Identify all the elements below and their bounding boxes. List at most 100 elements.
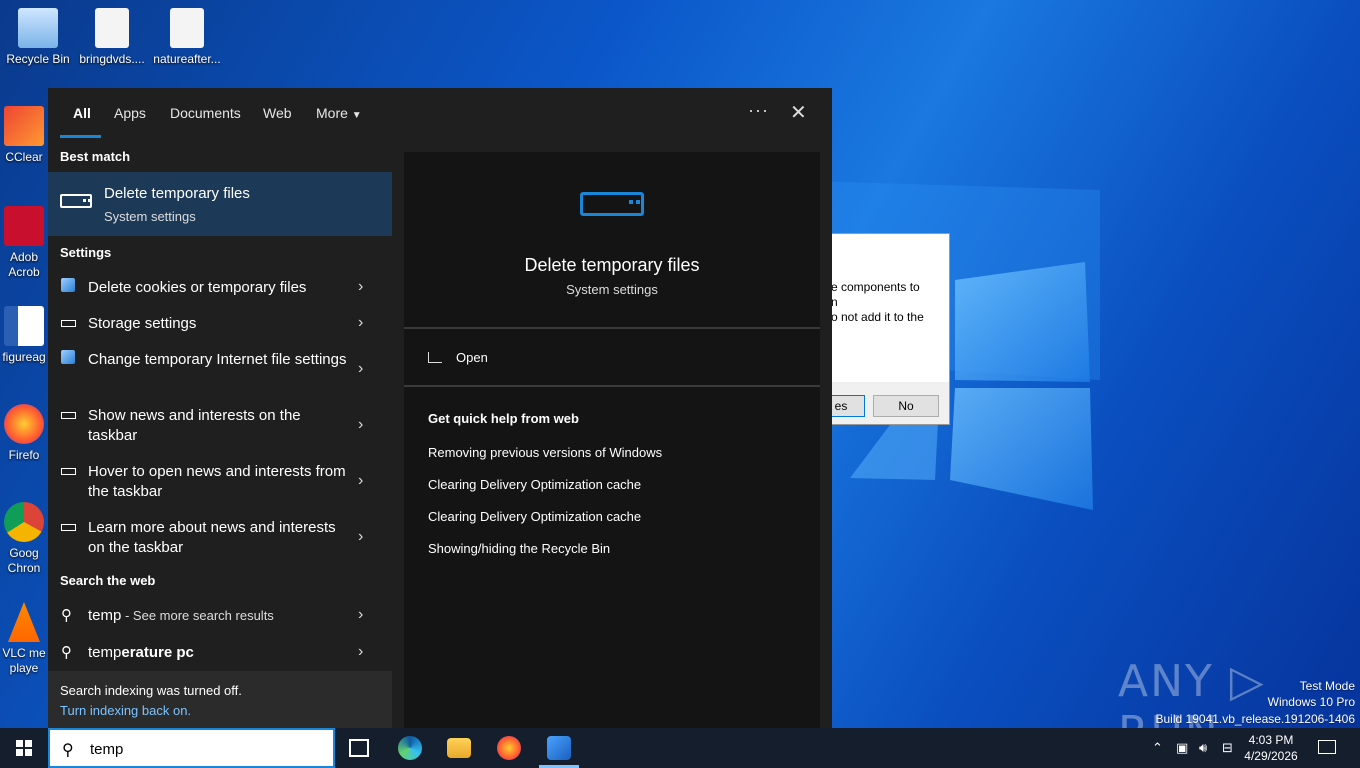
close-icon[interactable]: ✕	[790, 100, 807, 125]
storage-icon	[61, 320, 76, 327]
desktop-icon-label: natureafter...	[153, 52, 221, 66]
desktop-icon-label: Adob Acrob	[8, 250, 40, 279]
chevron-right-icon[interactable]: ›	[358, 278, 363, 296]
dialog-text: e components to n o not add it to the	[831, 280, 951, 325]
settings-item-label: Change temporary Internet file settings	[88, 351, 347, 368]
firefox-icon	[4, 404, 44, 444]
internet-options-icon	[61, 350, 75, 364]
preview-title: Delete temporary files	[524, 255, 700, 275]
chevron-down-icon: ▼	[351, 110, 362, 121]
desktop-icon-label: Goog Chron	[7, 546, 41, 575]
open-icon	[428, 352, 442, 363]
settings-item-label: Hover to open news and interests from th…	[88, 463, 346, 500]
dialog-no-button[interactable]: No	[873, 395, 939, 417]
settings-item-label: Show news and interests on the taskbar	[88, 407, 301, 444]
file-explorer-icon[interactable]	[447, 738, 471, 758]
settings-item-label: Learn more about news and interests on t…	[88, 519, 336, 556]
desktop-icon-label: CClear	[5, 150, 43, 164]
internet-options-icon	[61, 278, 75, 292]
web-result-temperature-pc[interactable]: ⚲ temperature pc ›	[48, 643, 392, 665]
turn-indexing-on-link[interactable]: Turn indexing back on.	[60, 703, 191, 718]
chevron-right-icon[interactable]: ›	[358, 360, 363, 378]
chevron-up-icon[interactable]: ⌃	[1152, 740, 1163, 756]
chevron-right-icon[interactable]: ›	[358, 416, 363, 434]
edge-icon[interactable]	[398, 736, 422, 760]
tab-apps[interactable]: Apps	[114, 105, 146, 121]
desktop-icon-figureag[interactable]: figureag	[0, 306, 48, 365]
open-label: Open	[456, 350, 488, 365]
task-view-icon[interactable]	[349, 739, 369, 757]
firefox-icon[interactable]	[497, 736, 521, 760]
vlc-icon	[8, 602, 40, 642]
settings-item-temp-internet-files[interactable]: Change temporary Internet file settings …	[48, 350, 392, 392]
dialog-text-line: o not add it to the	[831, 310, 924, 324]
results-list: Best match Delete temporary files System…	[48, 140, 392, 728]
quick-help-link[interactable]: Clearing Delivery Optimization cache	[428, 477, 641, 492]
taskbar-search-box[interactable]: ⚲ temp	[48, 728, 335, 768]
tab-more-label: More	[316, 105, 348, 121]
desktop-icon-acrobat[interactable]: Adob Acrob	[0, 206, 48, 280]
section-search-web: Search the web	[60, 573, 156, 588]
settings-item-show-news[interactable]: Show news and interests on the taskbar ›	[48, 406, 392, 448]
chevron-right-icon[interactable]: ›	[358, 314, 363, 332]
best-match-title: Delete temporary files	[104, 185, 250, 202]
settings-item-learn-news[interactable]: Learn more about news and interests on t…	[48, 518, 392, 560]
desktop-icon-chrome[interactable]: Goog Chron	[0, 502, 48, 576]
search-icon: ⚲	[61, 607, 72, 624]
clock[interactable]: 4:03 PM 4/29/2026	[1240, 732, 1302, 764]
desktop-icon-bringdvds[interactable]: bringdvds....	[74, 8, 150, 67]
meet-now-icon[interactable]: ▣	[1176, 740, 1188, 756]
tab-all[interactable]: All	[73, 105, 91, 121]
quick-help-link[interactable]: Showing/hiding the Recycle Bin	[428, 541, 610, 556]
tab-documents[interactable]: Documents	[170, 105, 241, 121]
indexing-notice: Search indexing was turned off. Turn ind…	[48, 671, 392, 728]
settings-item-label: Storage settings	[88, 315, 197, 332]
background-dialog: e components to n o not add it to the es…	[817, 233, 951, 425]
chevron-right-icon[interactable]: ›	[358, 643, 363, 661]
clock-date: 4/29/2026	[1244, 749, 1298, 763]
search-input[interactable]: temp	[90, 741, 123, 758]
network-icon[interactable]: ⊟	[1222, 740, 1233, 756]
desktop-icon-label: Recycle Bin	[6, 52, 70, 66]
start-button[interactable]	[0, 728, 48, 768]
volume-icon[interactable]: 🔊︎	[1199, 740, 1207, 756]
tab-web[interactable]: Web	[263, 105, 292, 121]
desktop-icon-ccleaner[interactable]: CClear	[0, 106, 48, 165]
acrobat-icon	[4, 206, 44, 246]
settings-item-storage[interactable]: Storage settings ›	[48, 314, 392, 336]
preview-pane: Delete temporary files System settings O…	[404, 152, 820, 728]
chevron-right-icon[interactable]: ›	[358, 472, 363, 490]
chevron-right-icon[interactable]: ›	[358, 606, 363, 624]
web-result-label: temperature pc	[88, 643, 348, 663]
chevron-right-icon[interactable]: ›	[358, 528, 363, 546]
quick-help-link[interactable]: Clearing Delivery Optimization cache	[428, 509, 641, 524]
storage-icon	[580, 192, 644, 216]
more-options-button[interactable]: ···	[748, 100, 769, 121]
web-result-query-typed: temp	[88, 644, 122, 661]
active-tab-indicator	[60, 135, 101, 138]
web-result-temp[interactable]: ⚲ temp - See more search results ›	[48, 606, 392, 628]
app-icon[interactable]	[547, 736, 571, 760]
watermark-test-mode: Test Mode	[1299, 679, 1355, 693]
settings-item-hover-news[interactable]: Hover to open news and interests from th…	[48, 462, 392, 504]
watermark-build: Build 19041.vb_release.191206-1406	[1155, 712, 1356, 726]
desktop-icon-recycle-bin[interactable]: Recycle Bin	[0, 8, 76, 67]
web-result-query-completion: erature pc	[121, 644, 194, 661]
best-match-item[interactable]: Delete temporary files System settings	[48, 172, 392, 236]
preview-subtitle: System settings	[566, 282, 658, 297]
tab-more[interactable]: More ▼	[316, 105, 362, 121]
indexing-message: Search indexing was turned off.	[60, 683, 242, 698]
best-match-subtitle: System settings	[104, 209, 196, 224]
web-result-hint: - See more search results	[121, 608, 274, 623]
desktop-icon-label: figureag	[2, 350, 46, 364]
desktop-icon-firefox[interactable]: Firefo	[0, 404, 48, 463]
image-file-icon	[170, 8, 204, 48]
divider	[404, 327, 820, 329]
desktop-icon-vlc[interactable]: VLC me playe	[0, 602, 48, 676]
web-result-query: temp	[88, 607, 122, 624]
settings-item-delete-cookies[interactable]: Delete cookies or temporary files ›	[48, 278, 392, 300]
desktop-icon-natureafter[interactable]: natureafter...	[149, 8, 225, 67]
search-tabs: All Apps Documents Web More ▼ ··· ✕	[48, 88, 832, 138]
notifications-icon[interactable]	[1318, 740, 1336, 754]
quick-help-link[interactable]: Removing previous versions of Windows	[428, 445, 662, 460]
